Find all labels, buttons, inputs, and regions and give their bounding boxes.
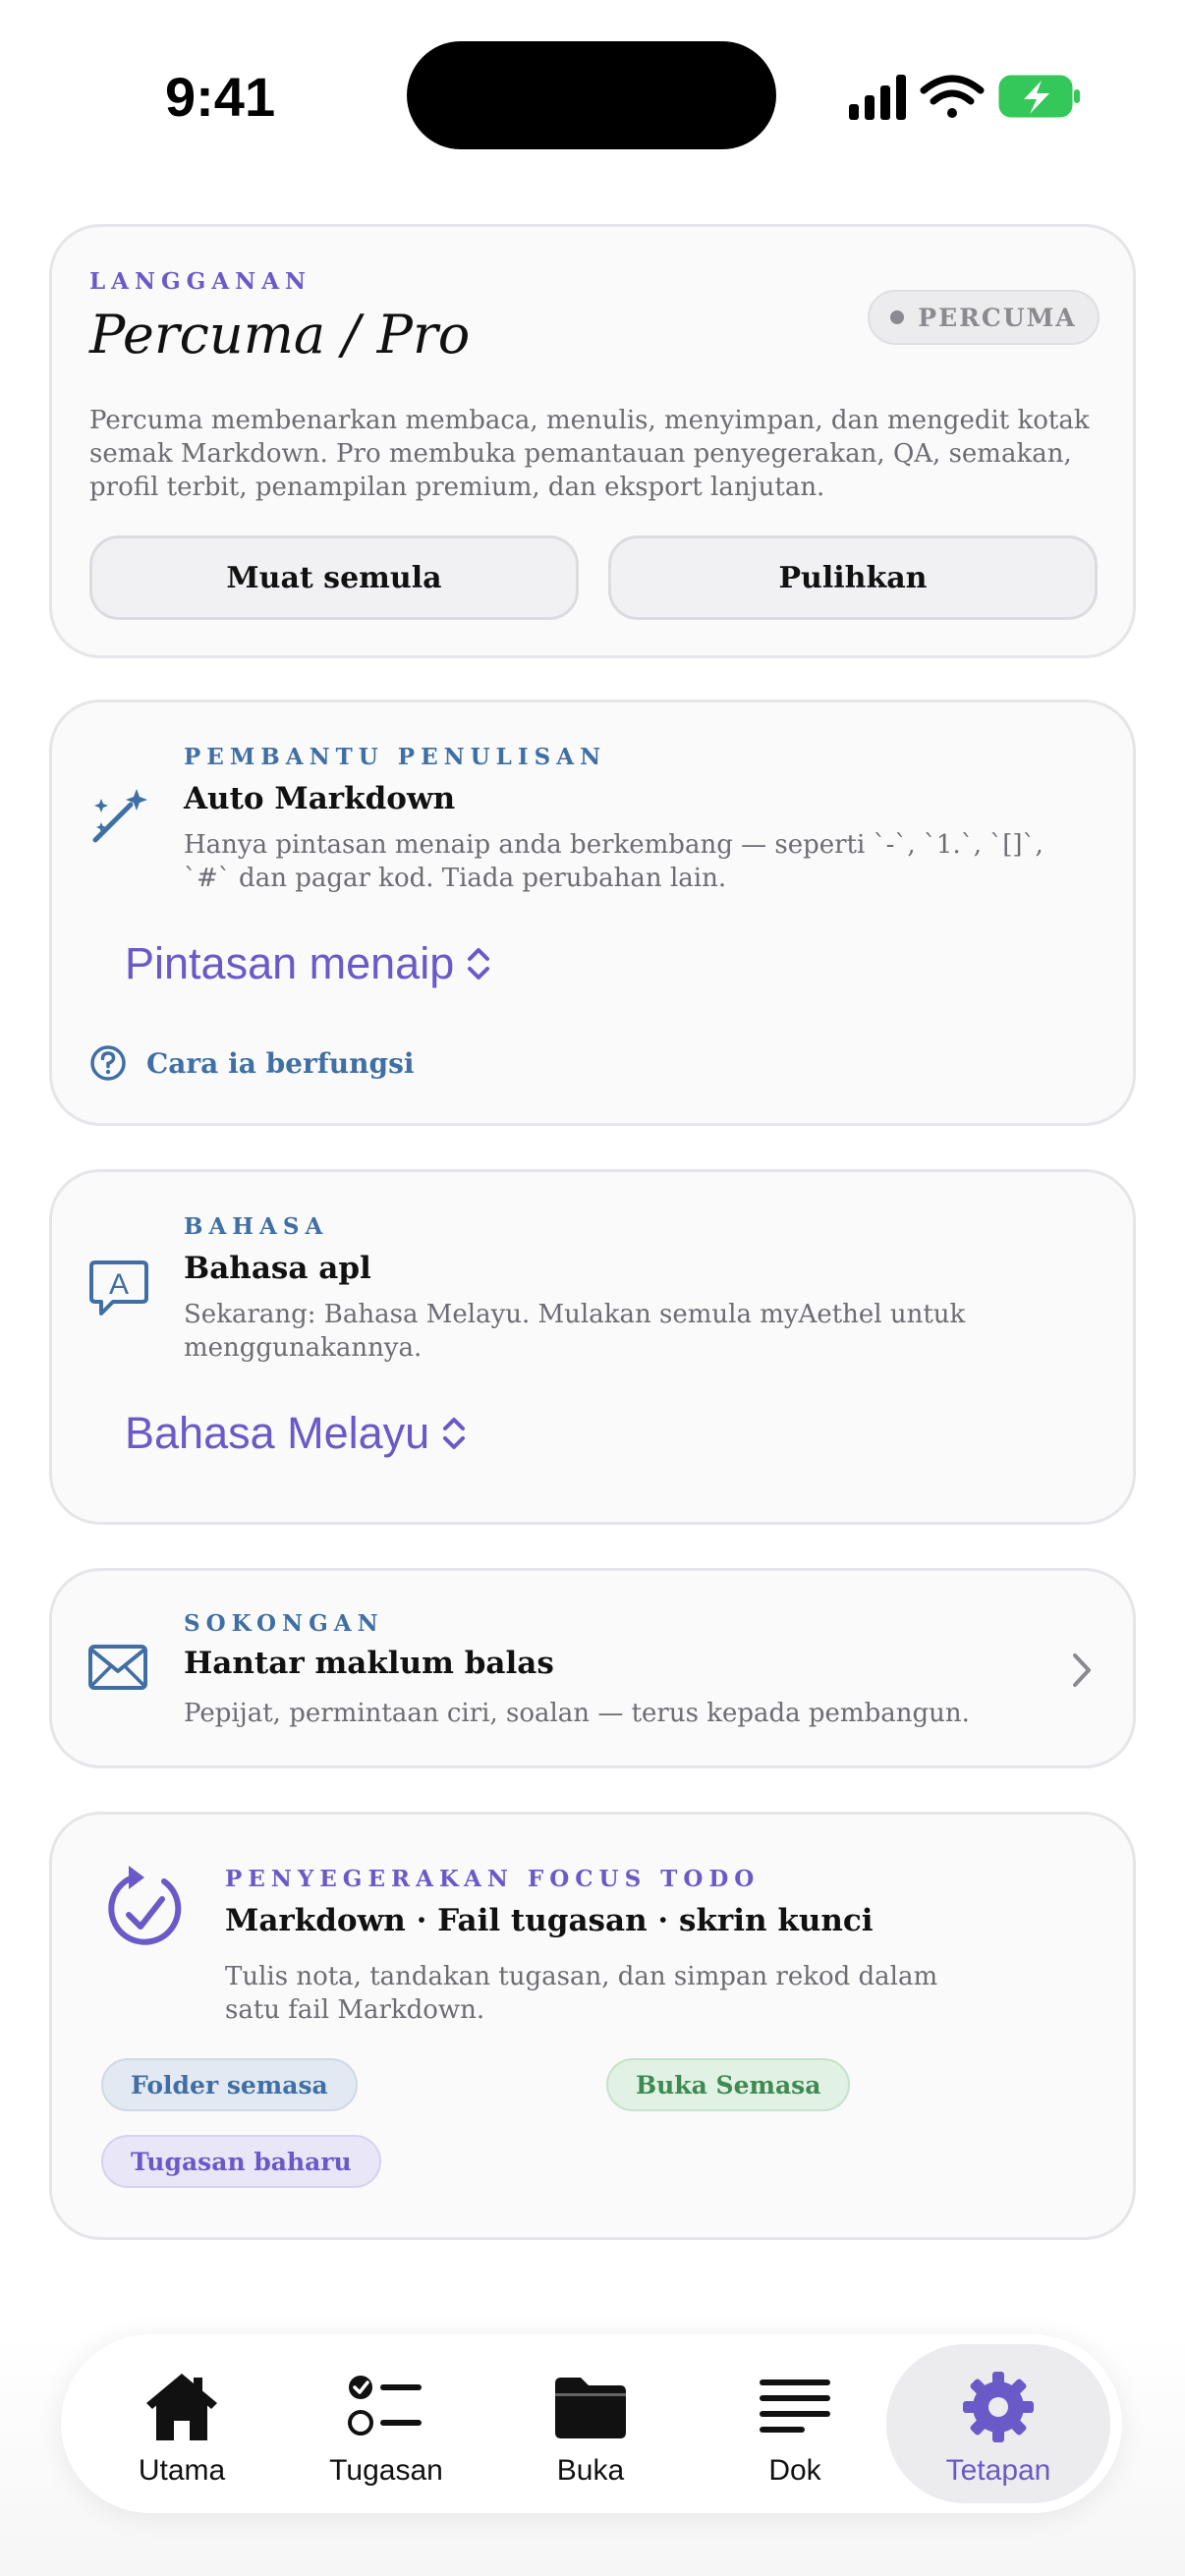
svg-text:A: A [109,1268,129,1301]
tab-bar: Utama Tugasan Buka Dok Tetapan [61,2334,1122,2513]
dynamic-island [407,41,776,149]
text-lines-icon [760,2380,830,2433]
chevron-up-down-icon [443,1418,466,1449]
question-circle-icon [90,1045,126,1081]
plan-status-badge: PERCUMA [868,290,1100,345]
send-feedback-title: Hantar maklum balas [184,1646,554,1681]
language-eyebrow: BAHASA [184,1213,329,1240]
gear-icon [963,2372,1034,2442]
language-bubble-icon: A [89,1260,148,1316]
tab-settings[interactable]: Tetapan [886,2344,1110,2503]
send-feedback-row[interactable]: SOKONGAN Hantar maklum balas Pepijat, pe… [49,1568,1136,1768]
folder-icon [555,2378,626,2438]
tab-doc[interactable]: Dok [694,2344,896,2503]
new-task-chip[interactable]: Tugasan baharu [101,2135,381,2188]
send-feedback-description: Pepijat, permintaan ciri, soalan — terus… [184,1699,970,1728]
support-eyebrow: SOKONGAN [184,1610,384,1637]
envelope-icon [88,1645,147,1690]
cellular-signal-icon [849,75,906,120]
writing-assistant-card: PEMBANTU PENULISAN Auto Markdown Hanya p… [49,700,1136,1126]
tab-label: Utama [138,2454,226,2487]
picker-value: Bahasa Melayu [125,1408,430,1458]
tab-tasks[interactable]: Tugasan [285,2344,487,2503]
plan-title: Percuma / Pro [89,304,471,365]
tab-label: Tugasan [329,2454,443,2487]
focus-todo-sync-card: PENYEGERAKAN FOCUS TODO Markdown · Fail … [49,1812,1136,2240]
open-current-chip[interactable]: Buka Semasa [606,2058,851,2111]
focus-sync-description: Tulis nota, tandakan tugasan, dan simpan… [225,1962,938,2025]
subscription-eyebrow: LANGGANAN [89,268,312,295]
auto-markdown-description: Hanya pintasan menaip anda berkembang — … [184,830,1044,893]
house-icon [146,2374,217,2440]
picker-value: Pintasan menaip [125,938,455,988]
app-language-description: Sekarang: Bahasa Melayu. Mulakan semula … [184,1300,966,1363]
magic-wand-icon [92,789,147,843]
typing-shortcuts-picker[interactable]: Pintasan menaip [125,938,491,989]
status-icons [849,75,1080,120]
tab-label: Tetapan [945,2454,1051,2487]
focus-sync-eyebrow: PENYEGERAKAN FOCUS TODO [225,1866,761,1892]
status-bar: 9:41 [0,0,1185,177]
reload-button[interactable]: Muat semula [89,535,579,620]
language-card: A BAHASA Bahasa apl Sekarang: Bahasa Mel… [49,1169,1136,1525]
badge-dot-icon [890,310,905,324]
chevron-right-icon [1073,1653,1091,1687]
subscription-description: Percuma membenarkan membaca, menulis, me… [89,406,1090,502]
subscription-card: LANGGANAN Percuma / Pro PERCUMA Percuma … [49,224,1136,658]
battery-charging-icon [998,75,1080,118]
auto-markdown-title: Auto Markdown [184,781,456,816]
status-time: 9:41 [165,66,276,128]
language-picker[interactable]: Bahasa Melayu [125,1408,467,1459]
how-it-works-label: Cara ia berfungsi [146,1046,415,1080]
badge-label: PERCUMA [918,303,1077,332]
focus-sync-title: Markdown · Fail tugasan · skrin kunci [225,1903,874,1938]
checklist-icon [348,2376,422,2436]
tab-open[interactable]: Buka [489,2344,692,2503]
sync-check-icon [108,1866,182,1945]
tab-label: Dok [768,2454,821,2487]
tab-label: Buka [556,2454,625,2487]
how-it-works-link[interactable]: Cara ia berfungsi [89,1044,414,1082]
app-language-title: Bahasa apl [184,1251,371,1286]
writing-assistant-eyebrow: PEMBANTU PENULISAN [184,744,607,770]
current-folder-chip[interactable]: Folder semasa [101,2058,358,2111]
chevron-up-down-icon [468,948,490,980]
restore-button[interactable]: Pulihkan [608,535,1098,620]
tab-home[interactable]: Utama [81,2344,283,2503]
wifi-icon [920,75,985,118]
